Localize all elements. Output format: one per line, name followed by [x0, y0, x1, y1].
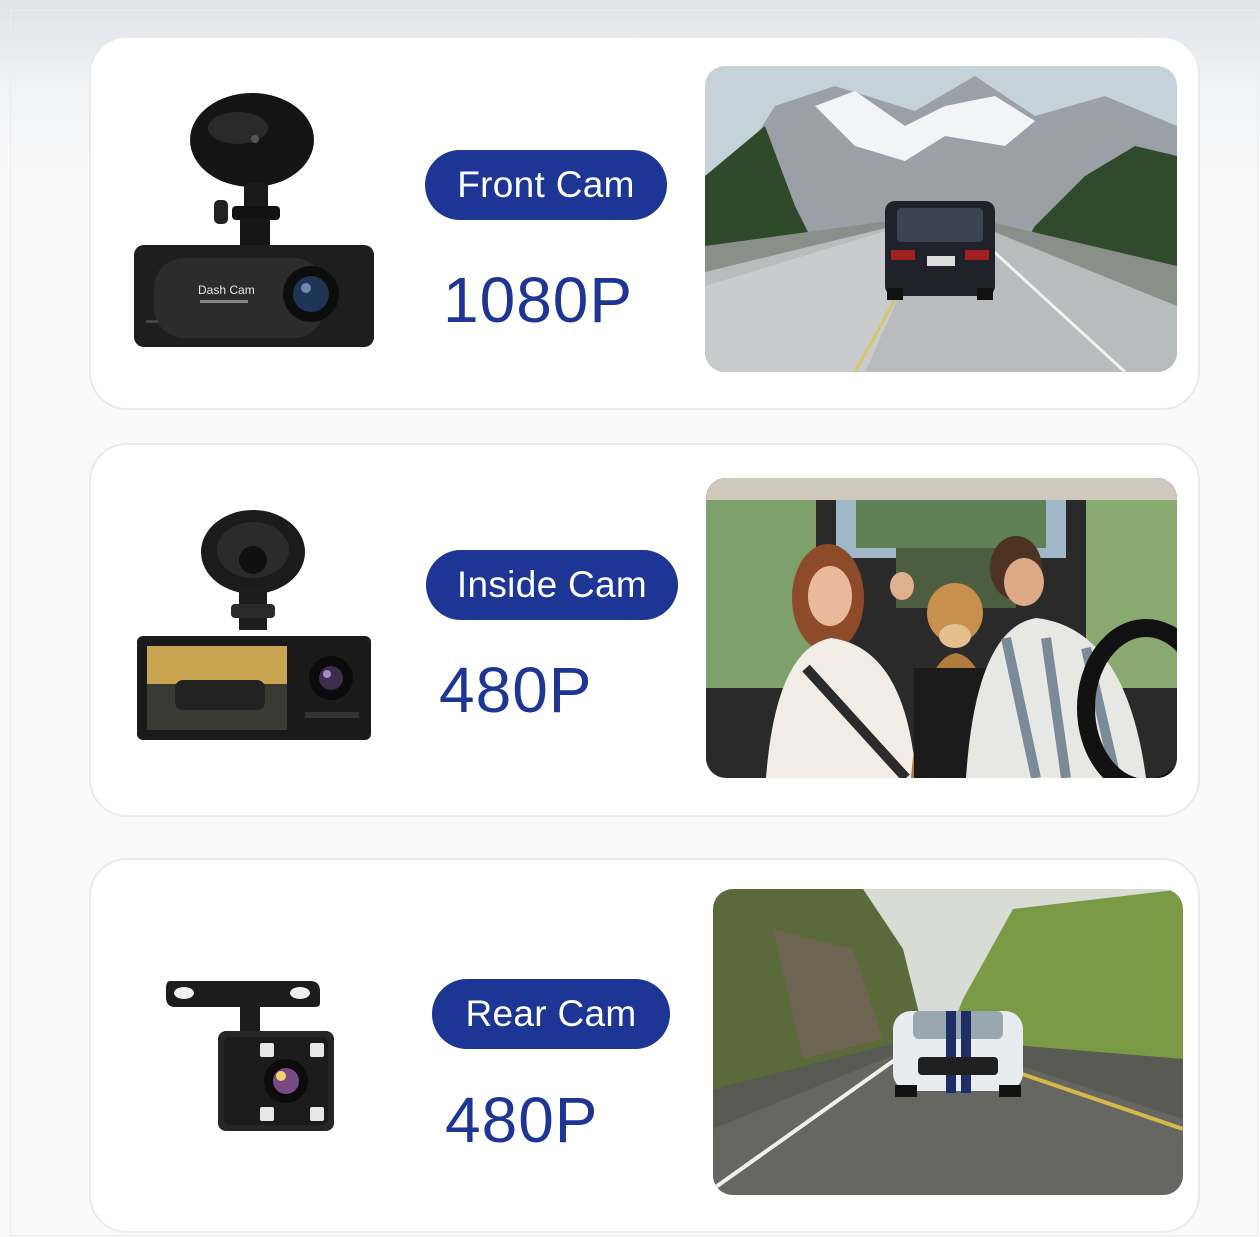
rear-cam-resolution: 480P: [445, 1084, 599, 1156]
dash-cam-inside-icon: [135, 500, 375, 745]
inside-cam-label: Inside Cam: [426, 550, 678, 620]
mountain-road-suv-photo: [705, 66, 1177, 372]
rear-cam-label: Rear Cam: [432, 979, 670, 1049]
front-cam-label: Front Cam: [425, 150, 667, 220]
front-cam-resolution: 1080P: [443, 264, 634, 336]
dash-cam-front-icon: Dash Cam: [130, 90, 380, 355]
road-sports-car-photo: [713, 889, 1183, 1195]
dash-cam-front-text: Dash Cam: [198, 283, 255, 297]
car-interior-family-dog-photo: [706, 478, 1177, 778]
rear-camera-icon: [160, 975, 340, 1135]
inside-cam-resolution: 480P: [439, 654, 593, 726]
